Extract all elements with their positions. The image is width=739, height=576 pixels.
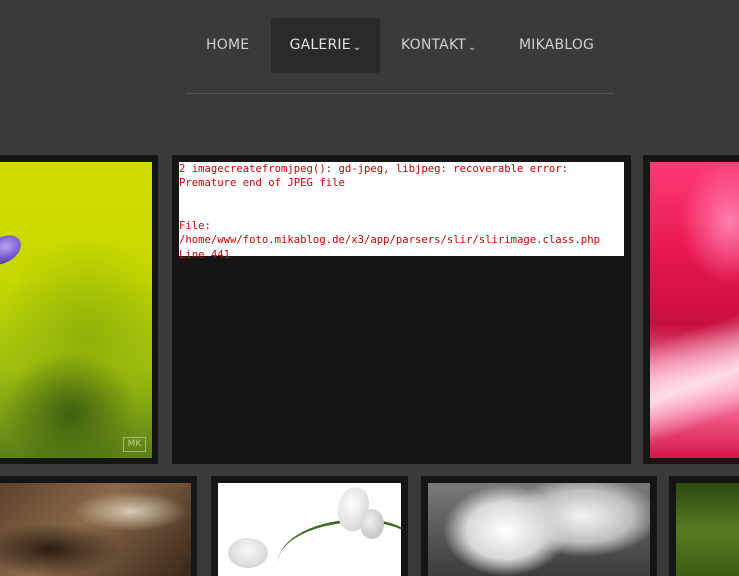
photo-bw-orchid [428,483,650,576]
chevron-down-icon: ⌄ [468,42,477,53]
gallery-thumbnail[interactable] [421,476,657,576]
gallery-thumbnail[interactable] [643,155,739,464]
nav-item-kontakt[interactable]: KONTAKT ⌄ [401,18,477,73]
gallery-thumbnail[interactable] [211,476,408,576]
error-line [179,205,624,219]
nav-item-label: HOME [206,37,250,53]
nav-item-home[interactable]: HOME [206,18,249,73]
gallery-thumbnail-error[interactable]: 2 imagecreatefromjpeg(): gd-jpeg, libjpe… [172,155,631,464]
purple-petal [0,231,26,269]
photo-green-macro: MK [0,162,152,458]
nav-item-galerie[interactable]: GALERIE ⌄ [271,18,380,73]
watermark-logo: MK [123,437,146,452]
gallery-thumbnail[interactable]: MK [0,155,158,464]
photo-pink-flower [650,162,739,458]
gallery-thumbnail[interactable] [0,476,197,576]
gallery-thumbnail[interactable] [669,476,739,576]
error-line: Premature end of JPEG file [179,177,345,190]
photo-green-leaf [676,483,739,576]
error-line: 2 imagecreatefromjpeg(): gd-jpeg, libjpe… [179,163,569,175]
nav-item-mikablog[interactable]: MIKABLOG [519,18,594,73]
chevron-down-icon: ⌄ [352,42,362,53]
error-line [179,191,624,205]
nav-item-label: KONTAKT [401,37,466,53]
nav-item-label: MIKABLOG [519,37,595,53]
error-line: File: [179,220,211,233]
nav-item-label: GALERIE [289,37,351,53]
orchid-petal [228,538,268,568]
nav-divider [186,93,614,94]
orchid-petal [360,509,384,539]
photo-brown-texture [0,483,191,576]
error-line: /home/www/foto.mikablog.de/x3/app/parser… [179,234,600,247]
error-message-box: 2 imagecreatefromjpeg(): gd-jpeg, libjpe… [179,162,624,261]
error-line: Line 441 [179,248,231,261]
photo-white-orchid [218,483,401,576]
main-navigation: HOME GALERIE ⌄ KONTAKT ⌄ MIKABLOG [186,18,614,73]
